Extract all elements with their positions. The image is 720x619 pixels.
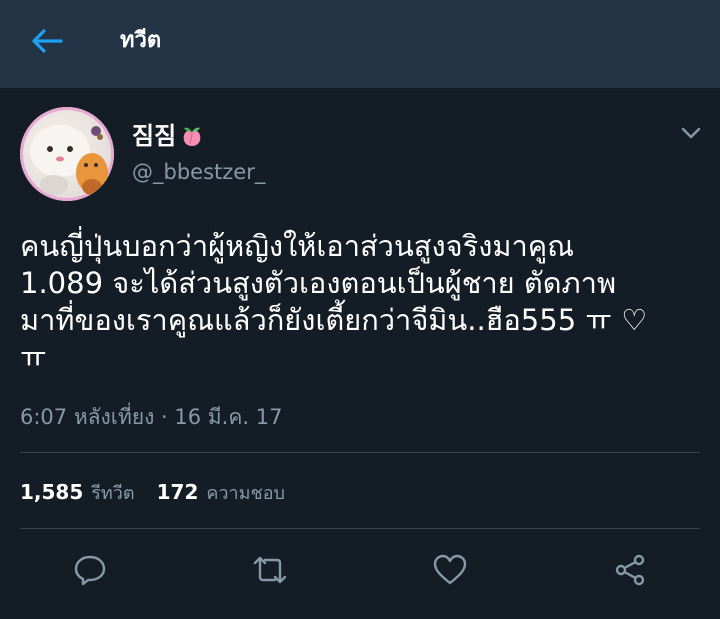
retweets-stat[interactable]: 1,585 รีทวีต [20,478,135,507]
peach-emoji-icon [180,124,204,148]
avatar-illustration [30,125,108,195]
back-arrow-icon [32,29,63,53]
divider [20,452,700,453]
more-options-button[interactable] [678,122,704,144]
retweets-label: รีทวีต [91,482,135,504]
retweet-icon [253,556,287,584]
action-bar [0,545,720,595]
share-icon [615,554,645,586]
tweet-text: คนญี่ปุ่นบอกว่าผู้หญิงให้เอาส่วนสูงจริงม… [20,229,648,374]
likes-count: 172 [156,479,199,504]
share-button[interactable] [610,550,650,590]
divider [20,528,700,529]
page-title: ทวีต [120,28,162,53]
likes-stat[interactable]: 172 ความชอบ [157,478,285,507]
reply-button[interactable] [70,550,110,590]
likes-label: ความชอบ [206,482,285,504]
like-button[interactable] [430,550,470,590]
like-icon [433,554,467,585]
chevron-down-icon [681,127,701,139]
back-button[interactable] [26,24,68,58]
display-name[interactable]: 짐짐 [132,121,204,151]
display-name-text: 짐짐 [132,122,177,150]
tweet-timestamp: 6:07 หลังเที่ยง · 16 มี.ค. 17 [20,405,283,429]
avatar[interactable] [20,107,114,201]
engagement-stats: 1,585 รีทวีต 172 ความชอบ [20,476,307,508]
retweet-button[interactable] [250,550,290,590]
reply-icon [74,555,106,586]
user-handle[interactable]: @_bbestzer_ [132,158,265,186]
retweets-count: 1,585 [20,479,84,504]
top-bar: ทวีต [0,0,720,89]
